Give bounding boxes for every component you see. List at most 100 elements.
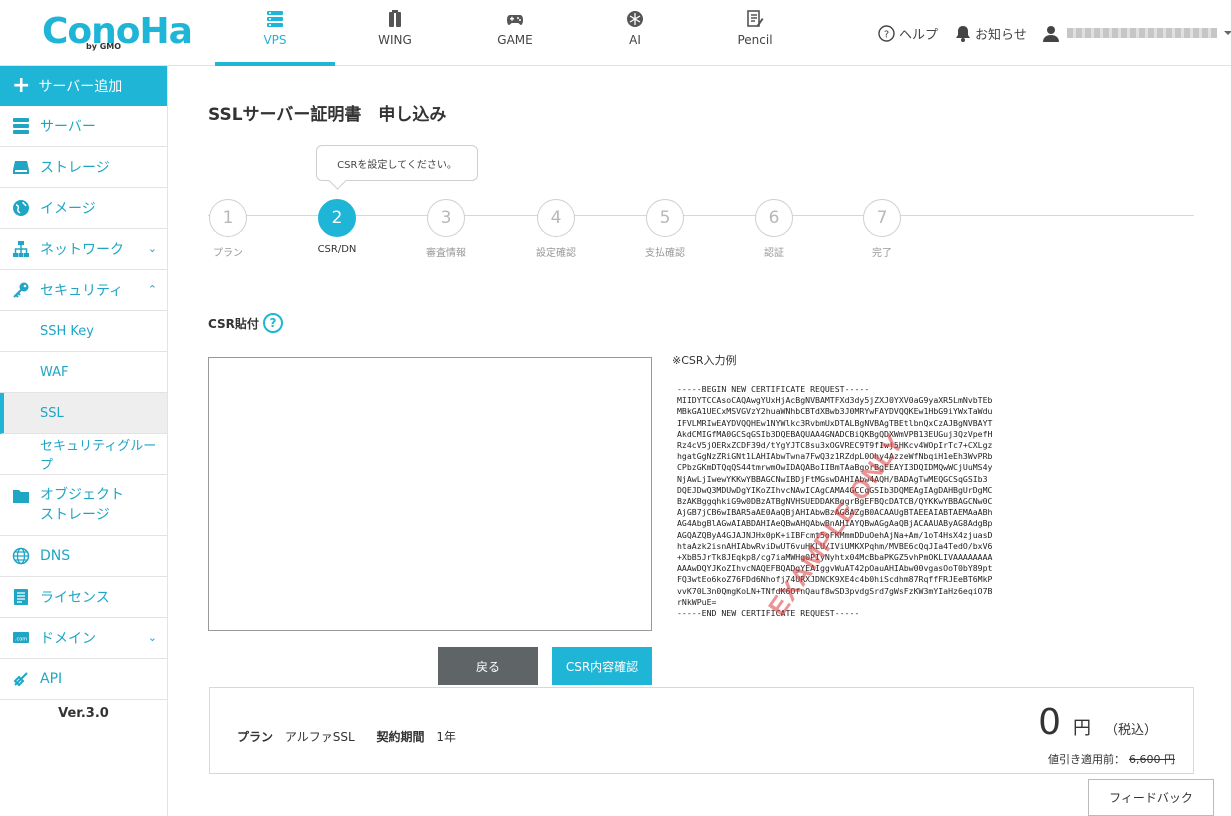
sidebar-item-security[interactable]: セキュリティ ⌃ bbox=[0, 270, 167, 311]
add-server-button[interactable]: + サーバー追加 bbox=[0, 66, 167, 106]
sidebar-item-label: API bbox=[40, 671, 63, 687]
sidebar-item-label: セキュリティ bbox=[40, 283, 124, 299]
chevron-down-icon: ⌄ bbox=[147, 631, 157, 644]
sidebar-item-network[interactable]: ネットワーク ⌄ bbox=[0, 229, 167, 270]
sidebar-item-api[interactable]: API bbox=[0, 659, 167, 700]
topnav-wing[interactable]: WING bbox=[335, 0, 455, 66]
sidebar-item-label: サーバー bbox=[40, 119, 96, 135]
sidebar-subitem-label: SSH Key bbox=[40, 323, 94, 339]
chevron-down-icon: ⌄ bbox=[147, 242, 157, 255]
discount-value: 6,600 円 bbox=[1129, 753, 1175, 766]
step-1: 1 プラン bbox=[208, 199, 248, 259]
sidebar: + サーバー追加 サーバー ストレージ イメージ ネットワーク ⌄ セキュリティ… bbox=[0, 66, 168, 816]
step-label: 支払確認 bbox=[645, 248, 685, 259]
step-tooltip: CSRを設定してください。 bbox=[316, 145, 478, 181]
topnav-label: AI bbox=[629, 33, 641, 47]
step-number: 4 bbox=[537, 199, 575, 237]
svg-text:.com: .com bbox=[15, 637, 27, 643]
sidebar-subitem-label: SSL bbox=[40, 405, 64, 421]
sidebar-subitem-ssl[interactable]: SSL bbox=[0, 393, 167, 434]
step-label: プラン bbox=[213, 248, 243, 259]
ai-icon bbox=[627, 11, 643, 27]
topnav-vps[interactable]: VPS bbox=[215, 0, 335, 66]
sidebar-item-label: オブジェクト ストレージ bbox=[40, 485, 124, 525]
step-number: 1 bbox=[209, 199, 247, 237]
sidebar-item-object-storage[interactable]: オブジェクト ストレージ bbox=[0, 475, 167, 536]
sidebar-item-domain[interactable]: .com ドメイン ⌄ bbox=[0, 618, 167, 659]
server-icon bbox=[13, 118, 29, 134]
csr-textarea[interactable] bbox=[208, 357, 652, 631]
folder-icon bbox=[13, 490, 29, 503]
globe-icon bbox=[12, 547, 30, 565]
plan-label: プラン bbox=[237, 730, 274, 744]
plus-icon: + bbox=[12, 73, 31, 98]
feedback-button[interactable]: フィードバック bbox=[1088, 779, 1214, 816]
key-icon bbox=[13, 282, 29, 298]
plan-value: アルファSSL bbox=[284, 730, 355, 744]
step-label: CSR/DN bbox=[317, 244, 357, 255]
progress-steps: 1 プラン 2 CSR/DN 3 審査情報 4 設定確認 5 支払確認 6 認証… bbox=[208, 199, 1198, 269]
step-number: 5 bbox=[646, 199, 684, 237]
sidebar-subitem-label: セキュリティグループ bbox=[40, 439, 157, 473]
sidebar-item-label: ネットワーク bbox=[40, 242, 124, 258]
conoha-logo[interactable]: ConoHa by GMO bbox=[42, 12, 193, 54]
sidebar-item-server[interactable]: サーバー bbox=[0, 106, 167, 147]
sidebar-item-label: DNS bbox=[40, 548, 71, 564]
step-2: 2 CSR/DN bbox=[317, 199, 357, 255]
help-link[interactable]: ? ヘルプ bbox=[878, 0, 938, 66]
top-nav: VPS WING GAME AI Pencil bbox=[215, 0, 815, 66]
topnav-label: VPS bbox=[263, 33, 287, 47]
sidebar-subitem-label: WAF bbox=[40, 364, 69, 380]
order-summary: プラン アルファSSL 契約期間 1年 0 円 （税込） 値引き適用前： 6,60… bbox=[209, 687, 1194, 774]
price-total: 0 円 （税込） bbox=[1038, 702, 1157, 743]
step-label: 完了 bbox=[872, 248, 892, 259]
notice-label: お知らせ bbox=[975, 27, 1027, 43]
wing-icon bbox=[389, 10, 401, 27]
csr-example-box: -----BEGIN NEW CERTIFICATE REQUEST----- … bbox=[677, 384, 1077, 640]
step-number: 6 bbox=[755, 199, 793, 237]
sidebar-item-label: ストレージ bbox=[40, 160, 110, 176]
step-number: 3 bbox=[427, 199, 465, 237]
topnav-ai[interactable]: AI bbox=[575, 0, 695, 66]
step-number: 2 bbox=[318, 199, 356, 237]
sidebar-item-dns[interactable]: DNS bbox=[0, 536, 167, 577]
topnav-label: GAME bbox=[497, 33, 533, 47]
discount-label: 値引き適用前： bbox=[1048, 753, 1125, 766]
sidebar-subitem-security-group[interactable]: セキュリティグループ bbox=[0, 434, 167, 475]
csr-section-title: CSR貼付 ? bbox=[208, 313, 283, 333]
step-7: 7 完了 bbox=[862, 199, 902, 259]
topnav-pencil[interactable]: Pencil bbox=[695, 0, 815, 66]
step-3: 3 審査情報 bbox=[426, 199, 466, 259]
storage-icon bbox=[13, 161, 29, 174]
sidebar-item-label-line1: オブジェクト bbox=[40, 487, 124, 503]
image-icon bbox=[13, 200, 29, 216]
sidebar-item-label: イメージ bbox=[40, 201, 96, 217]
csr-title-label: CSR貼付 bbox=[208, 316, 259, 331]
price-before-discount: 値引き適用前： 6,600 円 bbox=[1048, 751, 1175, 767]
add-server-label: サーバー追加 bbox=[38, 79, 123, 95]
sidebar-subitem-ssh-key[interactable]: SSH Key bbox=[0, 311, 167, 352]
step-label: 設定確認 bbox=[536, 248, 576, 259]
user-menu[interactable] bbox=[1043, 0, 1231, 66]
sidebar-subitem-waf[interactable]: WAF bbox=[0, 352, 167, 393]
price-tax-note: （税込） bbox=[1104, 723, 1157, 738]
csr-confirm-button[interactable]: CSR内容確認 bbox=[552, 647, 652, 685]
help-label: ヘルプ bbox=[899, 27, 939, 43]
gamepad-icon bbox=[507, 15, 523, 25]
question-circle-icon: ? bbox=[878, 24, 895, 42]
back-button[interactable]: 戻る bbox=[438, 647, 538, 685]
question-help-icon[interactable]: ? bbox=[262, 313, 283, 333]
sidebar-item-storage[interactable]: ストレージ bbox=[0, 147, 167, 188]
sidebar-item-image[interactable]: イメージ bbox=[0, 188, 167, 229]
top-bar: ConoHa by GMO VPS WING GAME AI Pencil ? … bbox=[0, 0, 1231, 66]
term-label: 契約期間 bbox=[376, 730, 425, 744]
topnav-game[interactable]: GAME bbox=[455, 0, 575, 66]
step-label: 審査情報 bbox=[426, 248, 466, 259]
svg-text:?: ? bbox=[884, 29, 889, 40]
notice-link[interactable]: お知らせ bbox=[955, 0, 1027, 66]
api-icon bbox=[13, 672, 28, 687]
sidebar-item-license[interactable]: ライセンス bbox=[0, 577, 167, 618]
main-content: SSLサーバー証明書 申し込み CSRを設定してください。 1 プラン 2 CS… bbox=[168, 66, 1231, 816]
license-icon bbox=[14, 589, 28, 605]
step-label: 認証 bbox=[764, 248, 784, 259]
